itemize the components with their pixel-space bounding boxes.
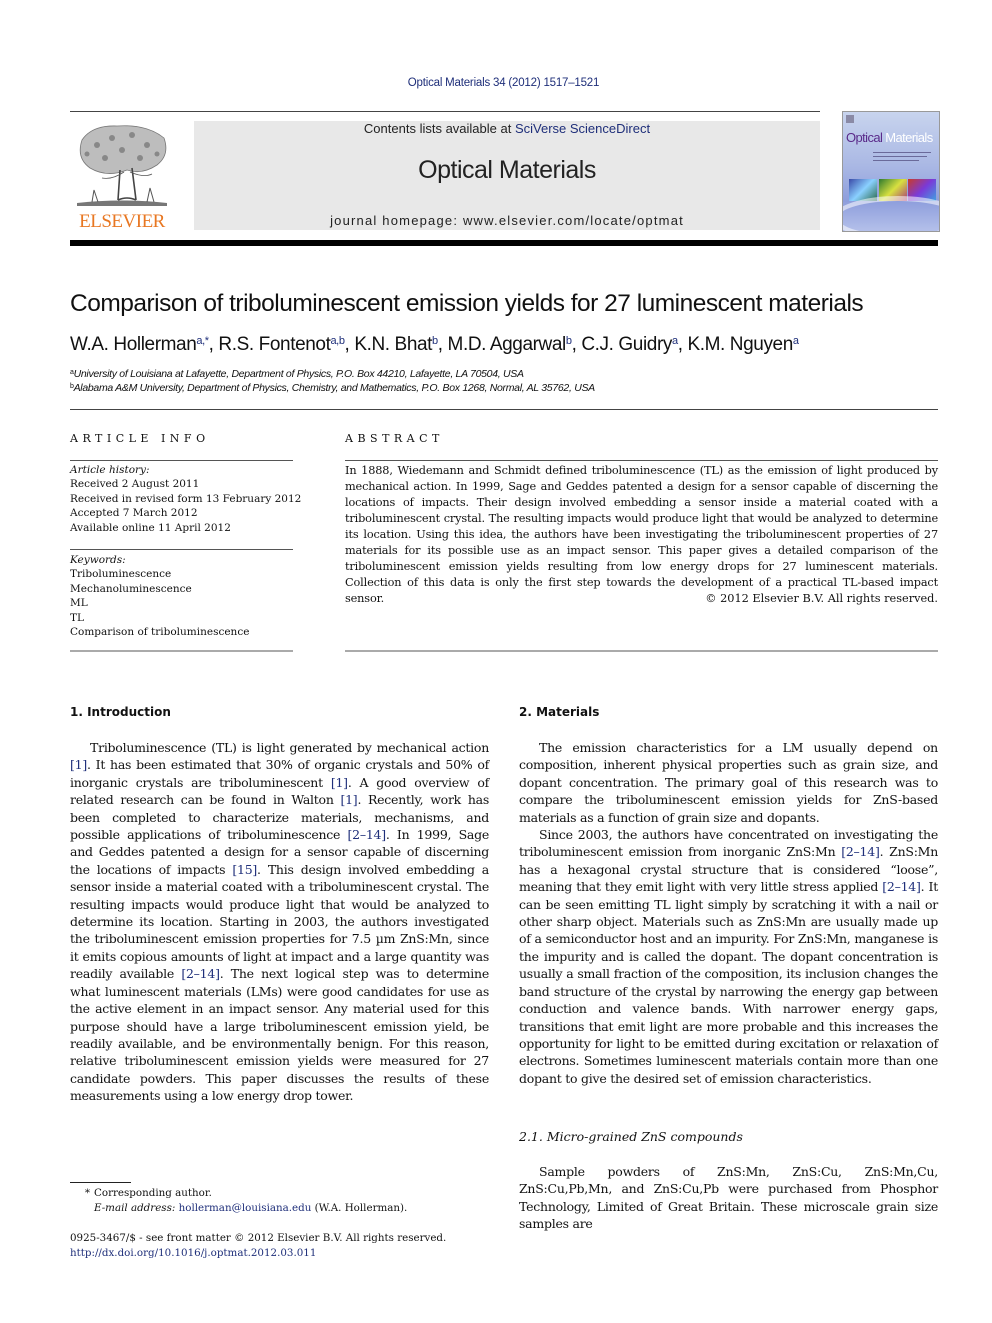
cover-swirl-graphic	[843, 196, 939, 231]
subsection-text: Sample powders of ZnS:Mn, ZnS:Cu, ZnS:Mn…	[519, 1163, 938, 1233]
article-info-heading: ARTICLE INFO	[70, 432, 210, 445]
contents-prefix: Contents lists available at	[363, 121, 515, 136]
corresponding-author-footnote: * Corresponding author. E-mail address: h…	[70, 1186, 490, 1216]
text-run: . It can be seen emitting TL light simpl…	[519, 879, 938, 1086]
author[interactable]: K.N. Bhatb	[354, 334, 438, 355]
history-received: Received 2 August 2011	[70, 478, 200, 491]
header-divider	[70, 111, 820, 112]
abstract-heading: ABSTRACT	[345, 432, 444, 445]
history-revised: Received in revised form 13 February 201…	[70, 492, 302, 505]
text-run: Triboluminescence (TL) is light generate…	[90, 740, 489, 755]
materials-text: The emission characteristics for a LM us…	[519, 739, 938, 1087]
doi-link[interactable]: http://dx.doi.org/10.1016/j.optmat.2012.…	[70, 1246, 490, 1261]
history-online: Available online 11 April 2012	[70, 521, 231, 534]
elsevier-tree-icon	[77, 125, 167, 206]
email-label: E-mail address:	[94, 1202, 176, 1214]
info-divider	[70, 460, 293, 461]
history-accepted: Accepted 7 March 2012	[70, 507, 198, 520]
issn-line: 0925-3467/$ - see front matter © 2012 El…	[70, 1232, 447, 1244]
text-run: . The next logical step was to determine…	[70, 966, 489, 1104]
reference-link[interactable]: [1]	[331, 775, 348, 790]
paragraph: Sample powders of ZnS:Mn, ZnS:Cu, ZnS:Mn…	[519, 1164, 938, 1232]
keyword: Mechanoluminescence	[70, 582, 192, 595]
reference-link[interactable]: [1]	[340, 792, 357, 807]
journal-name: Optical Materials	[418, 156, 596, 184]
article-history: Article history: Received 2 August 2011 …	[70, 463, 310, 535]
affiliation-a: aUniversity of Louisiana at Lafayette, D…	[70, 368, 524, 380]
reference-link[interactable]: [15]	[232, 862, 257, 877]
reference-link[interactable]: [2–14]	[841, 844, 880, 859]
journal-banner: Contents lists available at SciVerse Sci…	[194, 121, 820, 230]
cover-publisher-icon	[846, 115, 854, 123]
info-divider	[70, 549, 293, 550]
journal-cover-thumbnail[interactable]: Optical Materials	[842, 111, 940, 232]
elsevier-logo[interactable]: ELSEVIER	[70, 120, 174, 232]
subsection-heading: 2.1. Micro-grained ZnS compounds	[519, 1129, 743, 1144]
footnote-star: *	[84, 1187, 90, 1199]
section-divider	[70, 409, 938, 410]
cover-text-line	[873, 156, 927, 157]
keywords-label: Keywords:	[70, 554, 126, 566]
keyword: TL	[70, 611, 84, 624]
header-thick-divider	[70, 240, 938, 246]
introduction-text: Triboluminescence (TL) is light generate…	[70, 739, 489, 1105]
article-title: Comparison of triboluminescent emission …	[70, 290, 864, 317]
elsevier-wordmark: ELSEVIER	[79, 211, 165, 232]
issn-block: 0925-3467/$ - see front matter © 2012 El…	[70, 1231, 490, 1260]
homepage-prefix: journal homepage:	[330, 213, 463, 228]
keywords: Keywords: Triboluminescence Mechanolumin…	[70, 553, 310, 639]
reference-link[interactable]: [2–14]	[882, 879, 921, 894]
journal-homepage-line: journal homepage: www.elsevier.com/locat…	[194, 213, 820, 228]
contents-available-line: Contents lists available at SciVerse Sci…	[194, 121, 820, 136]
author[interactable]: W.A. Hollermana,*	[70, 334, 209, 355]
author[interactable]: M.D. Aggarwalb	[448, 334, 572, 355]
cover-title: Optical Materials	[846, 130, 933, 145]
reference-link[interactable]: [2–14]	[347, 827, 386, 842]
cover-title-word2: Materials	[885, 130, 933, 145]
history-label: Article history:	[70, 464, 150, 476]
corresponding-label: Corresponding author.	[94, 1187, 212, 1199]
keyword: ML	[70, 597, 88, 610]
author-list: W.A. Hollermana,*, R.S. Fontenota,b, K.N…	[70, 334, 799, 355]
author[interactable]: C.J. Guidrya	[581, 334, 678, 355]
author[interactable]: K.M. Nguyena	[687, 334, 799, 355]
affiliation-b: bAlabama A&M University, Department of P…	[70, 382, 595, 394]
abstract-divider	[345, 460, 938, 461]
author[interactable]: R.S. Fontenota,b	[218, 334, 345, 355]
cover-text-line	[873, 152, 931, 153]
abstract-text: In 1888, Wiedemann and Schmidt defined t…	[345, 464, 938, 605]
section-heading-materials: 2. Materials	[519, 705, 600, 719]
email-link[interactable]: hollerman@louisiana.edu	[179, 1202, 312, 1214]
cover-text-line	[873, 160, 919, 161]
paragraph: Since 2003, the authors have concentrate…	[519, 826, 938, 1087]
reference-link[interactable]: [1]	[70, 757, 87, 772]
section-heading-introduction: 1. Introduction	[70, 705, 171, 719]
cover-title-word1: Optical	[846, 130, 883, 145]
keyword: Comparison of triboluminescence	[70, 626, 250, 639]
info-divider	[70, 650, 293, 652]
keyword: Triboluminescence	[70, 568, 172, 581]
text-run: . This design involved embedding a senso…	[70, 861, 490, 982]
footnote-divider	[70, 1182, 131, 1183]
paragraph: Triboluminescence (TL) is light generate…	[70, 739, 489, 1105]
reference-link[interactable]: [2–14]	[181, 966, 220, 981]
abstract-copyright: © 2012 Elsevier B.V. All rights reserved…	[705, 592, 938, 605]
homepage-link[interactable]: www.elsevier.com/locate/optmat	[463, 213, 684, 228]
sciencedirect-link[interactable]: SciVerse ScienceDirect	[515, 121, 650, 136]
abstract-divider	[345, 650, 938, 652]
journal-citation[interactable]: Optical Materials 34 (2012) 1517–1521	[0, 77, 992, 89]
email-suffix: (W.A. Hollerman).	[311, 1202, 408, 1214]
paragraph: The emission characteristics for a LM us…	[519, 740, 938, 825]
